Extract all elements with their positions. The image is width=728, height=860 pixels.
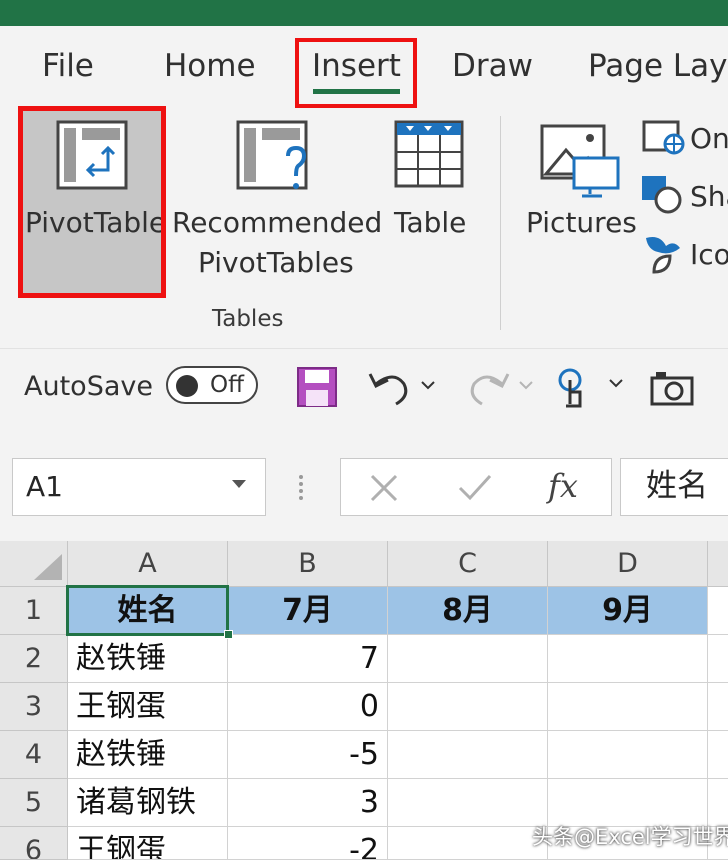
group-separator <box>500 116 501 330</box>
row-header[interactable]: 4 <box>0 731 68 779</box>
tab-home[interactable]: Home <box>164 44 256 88</box>
fill-handle[interactable] <box>224 630 233 639</box>
toggle-knob <box>176 375 198 397</box>
redo-icon <box>470 373 533 406</box>
row-header[interactable]: 2 <box>0 635 68 683</box>
column-header-a[interactable]: A <box>68 541 228 587</box>
online-pictures-icon[interactable] <box>642 120 686 156</box>
cell-d3[interactable] <box>548 683 708 731</box>
pivot-table-highlight <box>18 106 166 298</box>
table-icon[interactable] <box>394 120 464 190</box>
cell-b5[interactable]: 3 <box>228 779 388 827</box>
cell-c4[interactable] <box>388 731 548 779</box>
autosave-state: Off <box>210 372 244 398</box>
cell-d5[interactable] <box>548 779 708 827</box>
row-header[interactable]: 1 <box>0 587 68 635</box>
cell-a2[interactable]: 赵铁锤 <box>68 635 228 683</box>
undo-icon[interactable] <box>366 366 436 408</box>
cell-e1[interactable] <box>708 587 728 635</box>
column-header-c[interactable]: C <box>388 541 548 587</box>
table-label: Table <box>394 206 467 239</box>
cell-d2[interactable] <box>548 635 708 683</box>
active-cell-border <box>66 585 229 636</box>
cell-d4[interactable] <box>548 731 708 779</box>
recommended-pivot-tables-icon[interactable] <box>236 120 316 200</box>
cell-c6[interactable] <box>388 827 548 860</box>
pictures-icon[interactable] <box>540 124 622 198</box>
name-box-value: A1 <box>26 470 63 503</box>
drag-handle-icon[interactable] <box>296 472 306 502</box>
tables-group-label: Tables <box>212 306 284 332</box>
insert-function-button[interactable]: fx <box>548 466 578 506</box>
icons-icon[interactable] <box>640 232 684 276</box>
recommended-label-line2: PivotTables <box>198 246 354 279</box>
cell-a4[interactable]: 赵铁锤 <box>68 731 228 779</box>
cell-c5[interactable] <box>388 779 548 827</box>
cell-b4[interactable]: -5 <box>228 731 388 779</box>
formula-value: 姓名 <box>646 468 708 504</box>
select-all-triangle-icon <box>34 554 62 580</box>
tab-draw[interactable]: Draw <box>452 44 533 88</box>
cancel-icon[interactable] <box>368 472 400 504</box>
cell-d1[interactable]: 9月 <box>548 587 708 635</box>
column-header-d[interactable]: D <box>548 541 708 587</box>
online-pictures-label[interactable]: On <box>690 122 728 156</box>
shapes-icon[interactable] <box>640 174 686 216</box>
icons-label[interactable]: Ico <box>690 238 728 272</box>
tab-file[interactable]: File <box>42 44 94 88</box>
title-bar <box>0 0 728 26</box>
camera-icon[interactable] <box>650 370 694 406</box>
column-header-e[interactable] <box>708 541 728 587</box>
column-header-b[interactable]: B <box>228 541 388 587</box>
chevron-down-icon[interactable] <box>232 480 246 488</box>
shapes-label[interactable]: Sha <box>690 180 728 214</box>
cell-a5[interactable]: 诸葛钢铁 <box>68 779 228 827</box>
row-header[interactable]: 6 <box>0 827 68 860</box>
save-icon[interactable] <box>296 366 338 408</box>
cell-c3[interactable] <box>388 683 548 731</box>
row-header[interactable]: 3 <box>0 683 68 731</box>
tab-page-layout[interactable]: Page Layo <box>588 44 728 88</box>
autosave-label: AutoSave <box>24 371 153 402</box>
pictures-label: Pictures <box>526 206 637 239</box>
cell-c2[interactable] <box>388 635 548 683</box>
cell-e4[interactable] <box>708 731 728 779</box>
cell-b3[interactable]: 0 <box>228 683 388 731</box>
touch-mode-icon[interactable] <box>556 364 628 410</box>
cell-c1[interactable]: 8月 <box>388 587 548 635</box>
cell-e3[interactable] <box>708 683 728 731</box>
cell-a3[interactable]: 王钢蛋 <box>68 683 228 731</box>
cell-a6[interactable]: 王钢蛋 <box>68 827 228 860</box>
cell-b1[interactable]: 7月 <box>228 587 388 635</box>
insert-tab-highlight <box>295 38 417 108</box>
cell-e2[interactable] <box>708 635 728 683</box>
cell-e5[interactable] <box>708 779 728 827</box>
enter-checkmark-icon[interactable] <box>456 472 494 504</box>
cell-b6[interactable]: -2 <box>228 827 388 860</box>
cell-b2[interactable]: 7 <box>228 635 388 683</box>
recommended-label-line1: Recommended <box>172 206 383 239</box>
row-header[interactable]: 5 <box>0 779 68 827</box>
watermark: 头条@Excel学习世界 <box>532 825 728 849</box>
